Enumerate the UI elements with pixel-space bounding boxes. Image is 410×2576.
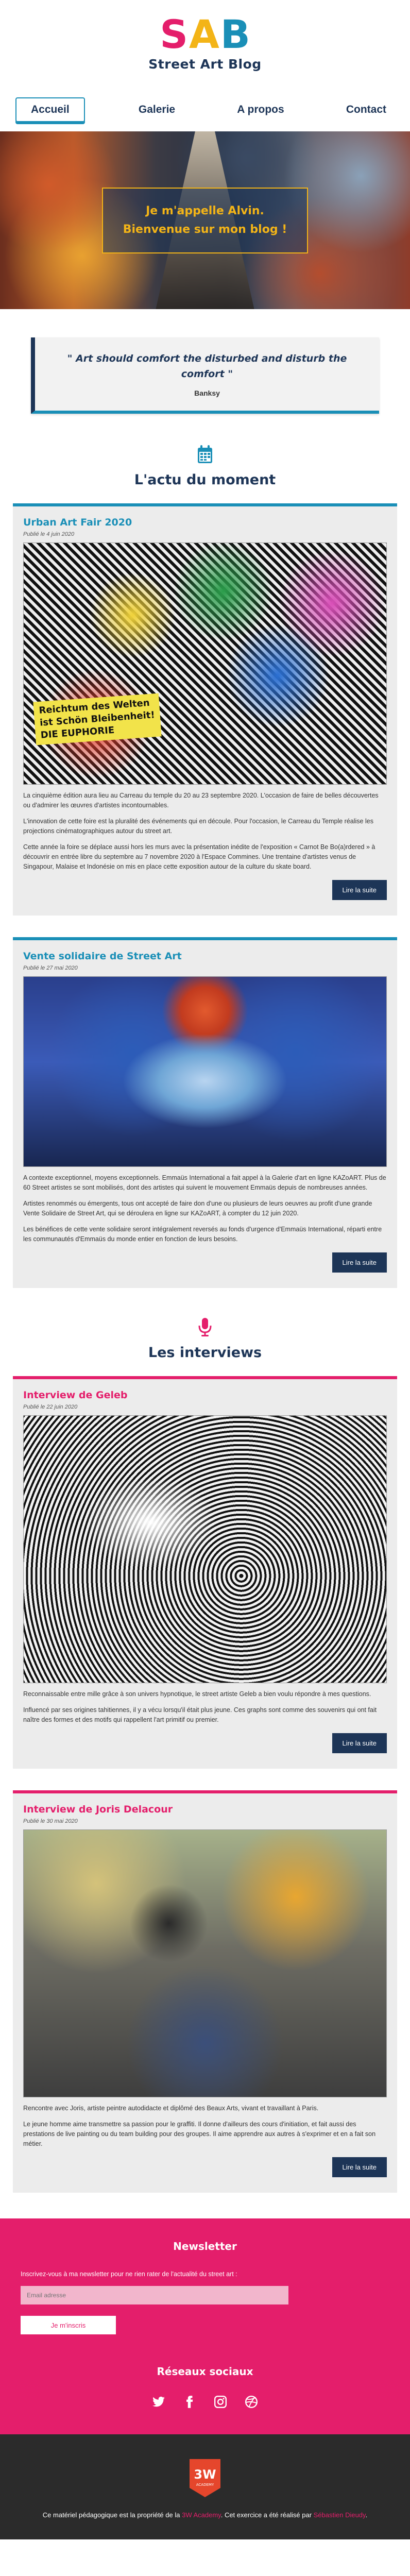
interviews-section: Les interviews Interview de Geleb Publié… — [0, 1310, 410, 2193]
read-more-button[interactable]: Lire la suite — [332, 1252, 387, 1273]
news-section: L'actu du moment Urban Art Fair 2020 Pub… — [0, 437, 410, 1288]
hero-line-2: Bienvenue sur mon blog ! — [123, 223, 287, 236]
newsletter-subscribe-button[interactable]: Je m'inscris — [21, 2316, 116, 2334]
interview-paragraph: Le jeune homme aime transmettre sa passi… — [23, 2121, 376, 2147]
newsletter-email-input[interactable] — [21, 2286, 288, 2304]
footer-credits: Ce matériel pédagogique est la propriété… — [21, 2511, 389, 2519]
footer-text-part: Ce matériel pédagogique est la propriété… — [42, 2511, 182, 2519]
article-date: Publié le 27 mai 2020 — [23, 965, 78, 971]
article-card: Urban Art Fair 2020 Publié le 4 juin 202… — [13, 503, 397, 916]
nav-item-accueil[interactable]: Accueil — [15, 97, 85, 122]
interview-card: Interview de Geleb Publié le 22 juin 202… — [13, 1376, 397, 1769]
site-logo[interactable]: S A B — [160, 11, 250, 57]
news-title: L'actu du moment — [134, 472, 276, 488]
newsletter-text: Inscrivez-vous à ma newsletter pour ne r… — [21, 2270, 237, 2278]
nav-item-a-propos[interactable]: A propos — [229, 98, 292, 121]
social-links — [21, 2395, 389, 2409]
interview-date: Publié le 30 mai 2020 — [23, 1818, 78, 1824]
interview-card: Interview de Joris Delacour Publié le 30… — [13, 1790, 397, 2193]
article-title[interactable]: Urban Art Fair 2020 — [23, 517, 387, 528]
read-more-button[interactable]: Lire la suite — [332, 2157, 387, 2177]
article-paragraph: L'innovation de cette foire est la plura… — [23, 818, 373, 835]
calendar-icon — [198, 445, 212, 463]
article-image — [23, 976, 387, 1167]
3w-academy-logo[interactable]: 3W ACADEMY — [190, 2459, 220, 2497]
instagram-icon[interactable] — [214, 2395, 227, 2409]
article-paragraph: Les bénéfices de cette vente solidaire s… — [23, 1226, 382, 1243]
interview-paragraph: Influencé par ses origines tahitiennes, … — [23, 1706, 377, 1723]
interview-paragraph: Rencontre avec Joris, artiste peintre au… — [23, 2105, 319, 2112]
interview-date: Publié le 22 juin 2020 — [23, 1404, 78, 1410]
microphone-icon — [198, 1318, 212, 1336]
article-paragraph: Artistes renommés ou émergents, tous ont… — [23, 1200, 372, 1217]
quote-text: " Art should comfort the disturbed and d… — [67, 353, 347, 380]
interview-image — [23, 1415, 387, 1683]
quote-section: " Art should comfort the disturbed and d… — [0, 309, 410, 437]
facebook-icon[interactable] — [183, 2395, 196, 2409]
newsletter-section: Newsletter Inscrivez-vous à ma newslette… — [0, 2218, 410, 2434]
nav-item-contact[interactable]: Contact — [338, 98, 395, 121]
interview-paragraph: Reconnaissable entre mille grâce à son u… — [23, 1690, 371, 1698]
hero-banner: Je m'appelle Alvin. Bienvenue sur mon bl… — [0, 131, 410, 309]
main-nav: Accueil Galerie A propos Contact — [0, 88, 410, 131]
article-title[interactable]: Vente solidaire de Street Art — [23, 951, 387, 962]
dribbble-icon[interactable] — [245, 2395, 258, 2409]
twitter-icon[interactable] — [152, 2395, 165, 2409]
logo-letter-b: B — [220, 11, 250, 57]
hero-welcome-box: Je m'appelle Alvin. Bienvenue sur mon bl… — [102, 187, 308, 253]
interview-title[interactable]: Interview de Joris Delacour — [23, 1804, 387, 1815]
site-footer: 3W ACADEMY Ce matériel pédagogique est l… — [0, 2434, 410, 2539]
news-heading: L'actu du moment — [0, 437, 410, 503]
banksy-quote: " Art should comfort the disturbed and d… — [31, 337, 379, 414]
hero-line-1: Je m'appelle Alvin. — [146, 204, 264, 217]
graffiti-text: Reichtum des Welten ist Schön Bleibenhei… — [33, 693, 162, 745]
article-date: Publié le 4 juin 2020 — [23, 531, 75, 537]
nav-item-galerie[interactable]: Galerie — [130, 98, 183, 121]
newsletter-title: Newsletter — [173, 2240, 237, 2252]
footer-link-author[interactable]: Sébastien Dieudy — [314, 2511, 366, 2519]
logo-letter-s: S — [160, 11, 188, 57]
read-more-button[interactable]: Lire la suite — [332, 880, 387, 900]
interviews-title: Les interviews — [148, 1345, 262, 1361]
footer-text-part: . Cet exercice a été réalisé par — [220, 2511, 314, 2519]
read-more-button[interactable]: Lire la suite — [332, 1733, 387, 1753]
3w-logo-subtext: ACADEMY — [196, 2483, 214, 2487]
article-paragraph: La cinquième édition aura lieu au Carrea… — [23, 792, 379, 809]
social-title: Réseaux sociaux — [157, 2365, 253, 2378]
article-card: Vente solidaire de Street Art Publié le … — [13, 937, 397, 1288]
footer-link-3w-academy[interactable]: 3W Academy — [182, 2511, 221, 2519]
interview-title[interactable]: Interview de Geleb — [23, 1389, 387, 1401]
interviews-heading: Les interviews — [0, 1310, 410, 1376]
article-paragraph: Cette année la foire se déplace aussi ho… — [23, 843, 375, 870]
logo-letter-a: A — [189, 11, 219, 57]
site-header: S A B Street Art Blog — [0, 0, 410, 88]
footer-text-part: . — [365, 2511, 368, 2519]
interview-image — [23, 1829, 387, 2097]
quote-author: Banksy — [194, 389, 220, 397]
3w-logo-text: 3W — [194, 2467, 216, 2482]
site-title: Street Art Blog — [148, 56, 262, 72]
article-paragraph: A contexte exceptionnel, moyens exceptio… — [23, 1174, 386, 1191]
article-image: Reichtum des Welten ist Schön Bleibenhei… — [23, 543, 387, 785]
